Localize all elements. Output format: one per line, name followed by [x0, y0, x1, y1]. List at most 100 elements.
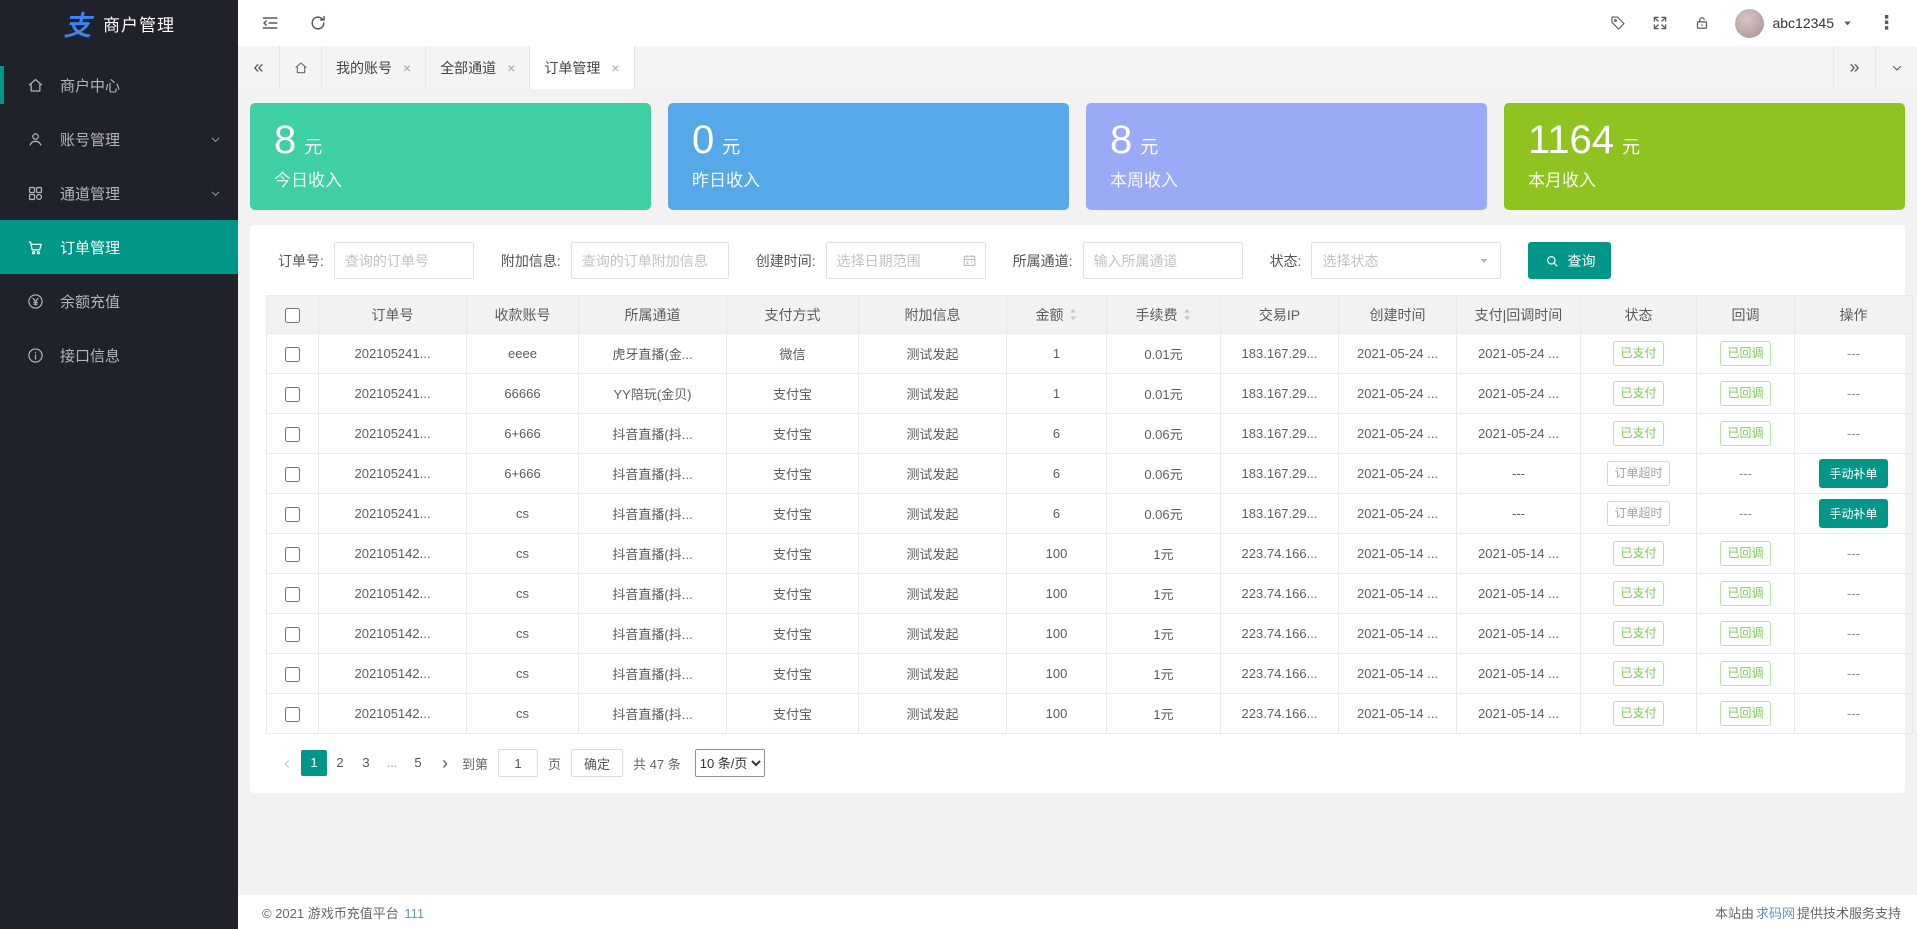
support-prefix: 本站由: [1715, 906, 1754, 921]
caret-down-icon: [1842, 18, 1853, 29]
manual-supplement-button[interactable]: 手动补单: [1819, 499, 1887, 528]
close-icon[interactable]: ×: [507, 61, 515, 75]
cell-pay-method: 支付宝: [727, 534, 859, 574]
row-checkbox[interactable]: [285, 547, 300, 562]
main-panel: 订单号: 附加信息: 创建时间:: [250, 225, 1905, 793]
status-badge: 已支付: [1613, 701, 1663, 725]
stat-value: 0: [692, 118, 714, 162]
row-checkbox[interactable]: [285, 467, 300, 482]
extra-info-input[interactable]: [571, 242, 729, 279]
search-icon: [1544, 253, 1560, 269]
status-select[interactable]: 选择状态: [1311, 242, 1501, 279]
goto-page-input[interactable]: [498, 749, 538, 777]
copyright-text: © 2021 游戏币充值平台: [262, 906, 399, 921]
cell-callback: 已回调: [1697, 654, 1795, 694]
page-button-3[interactable]: 3: [353, 750, 379, 776]
column-header[interactable]: 金额: [1007, 296, 1107, 334]
fullscreen-icon[interactable]: [1651, 14, 1669, 32]
cell-extra-info: 测试发起: [859, 534, 1007, 574]
table-row: 202105241...cs抖音直播(抖...支付宝测试发起60.06元183.…: [267, 494, 1913, 534]
prev-page-icon[interactable]: ‹: [280, 750, 294, 776]
action-empty: ---: [1847, 586, 1860, 601]
sidebar-item-balance-recharge[interactable]: 余额充值: [0, 274, 238, 328]
cell-channel: 虎牙直播(金...: [579, 334, 727, 374]
confirm-page-button[interactable]: 确定: [571, 749, 623, 777]
logo-icon: 支: [64, 4, 91, 43]
sidebar-collapse-icon[interactable]: [260, 13, 280, 33]
cell-callback: 已回调: [1697, 374, 1795, 414]
row-checkbox[interactable]: [285, 347, 300, 362]
sidebar-item-channel-management[interactable]: 通道管理: [0, 166, 238, 220]
user-menu[interactable]: abc12345: [1735, 9, 1853, 38]
cell-amount: 100: [1007, 614, 1107, 654]
more-options-icon[interactable]: ⋮: [1877, 14, 1895, 32]
page-button-5[interactable]: 5: [405, 750, 431, 776]
sidebar-item-merchant-center[interactable]: 商户中心: [0, 58, 238, 112]
select-all-checkbox[interactable]: [285, 308, 300, 323]
cell-channel: 抖音直播(抖...: [579, 694, 727, 734]
sidebar-item-account-management[interactable]: 账号管理: [0, 112, 238, 166]
tab-scroll-left-icon[interactable]: «: [238, 46, 280, 89]
row-checkbox[interactable]: [285, 627, 300, 642]
stat-value: 1164: [1528, 118, 1614, 162]
cell-extra-info: 测试发起: [859, 614, 1007, 654]
cell-ip: 183.167.29...: [1221, 374, 1339, 414]
cell-created-time: 2021-05-14 ...: [1339, 614, 1457, 654]
order-no-input[interactable]: [334, 242, 474, 279]
cell-paid-time: ---: [1457, 494, 1581, 534]
action-empty: ---: [1847, 626, 1860, 641]
page-size-select[interactable]: 10 条/页: [695, 749, 765, 777]
refresh-icon[interactable]: [308, 13, 328, 33]
tab-my-account[interactable]: 我的账号×: [322, 46, 426, 89]
tag-icon[interactable]: [1609, 14, 1627, 32]
next-page-icon[interactable]: ›: [438, 750, 452, 776]
cell-pay-method: 支付宝: [727, 494, 859, 534]
tab-order-management[interactable]: 订单管理×: [530, 46, 634, 89]
close-icon[interactable]: ×: [403, 61, 411, 75]
select-caret-icon: [1478, 255, 1490, 267]
column-header: 收款账号: [467, 296, 579, 334]
sidebar-item-order-management[interactable]: 订单管理: [0, 220, 238, 274]
sort-icon[interactable]: [1183, 307, 1192, 322]
channel-input[interactable]: [1083, 242, 1243, 279]
lock-icon[interactable]: [1693, 14, 1711, 32]
tab-home[interactable]: [280, 46, 322, 89]
page-button-1[interactable]: 1: [301, 750, 327, 776]
column-header[interactable]: 手续费: [1107, 296, 1221, 334]
row-checkbox[interactable]: [285, 667, 300, 682]
row-checkbox[interactable]: [285, 507, 300, 522]
cell-ip: 183.167.29...: [1221, 414, 1339, 454]
cell-action: ---: [1795, 334, 1913, 374]
copyright-link[interactable]: 111: [404, 906, 424, 921]
calendar-icon[interactable]: [961, 252, 978, 269]
page-button-2[interactable]: 2: [327, 750, 353, 776]
manual-supplement-button[interactable]: 手动补单: [1819, 459, 1887, 488]
stat-value: 8: [274, 118, 296, 162]
cell-ip: 223.74.166...: [1221, 654, 1339, 694]
cell-ip: 223.74.166...: [1221, 534, 1339, 574]
stat-label: 今日收入: [274, 166, 651, 191]
footer-left: © 2021 游戏币充值平台 111: [262, 903, 426, 922]
row-checkbox[interactable]: [285, 387, 300, 402]
cell-fee: 1元: [1107, 534, 1221, 574]
cell-select: [267, 334, 319, 374]
tab-all-channels[interactable]: 全部通道×: [426, 46, 530, 89]
status-label: 状态:: [1270, 251, 1302, 271]
row-checkbox[interactable]: [285, 427, 300, 442]
tab-scroll-right-icon[interactable]: »: [1833, 46, 1875, 89]
search-button[interactable]: 查询: [1528, 242, 1611, 279]
row-checkbox[interactable]: [285, 587, 300, 602]
sort-icon[interactable]: [1069, 307, 1078, 322]
column-header: 订单号: [319, 296, 467, 334]
support-link[interactable]: 求码网: [1756, 906, 1795, 921]
sidebar: 支 商户管理 商户中心账号管理通道管理订单管理余额充值接口信息: [0, 0, 238, 929]
total-count: 共 47 条: [633, 754, 681, 773]
cell-created-time: 2021-05-24 ...: [1339, 374, 1457, 414]
row-checkbox[interactable]: [285, 707, 300, 722]
stat-value: 8: [1110, 118, 1132, 162]
sidebar-item-api-info[interactable]: 接口信息: [0, 328, 238, 382]
cell-ip: 223.74.166...: [1221, 694, 1339, 734]
tab-menu-icon[interactable]: [1875, 46, 1917, 89]
status-badge: 订单超时: [1607, 501, 1669, 525]
close-icon[interactable]: ×: [611, 61, 619, 75]
